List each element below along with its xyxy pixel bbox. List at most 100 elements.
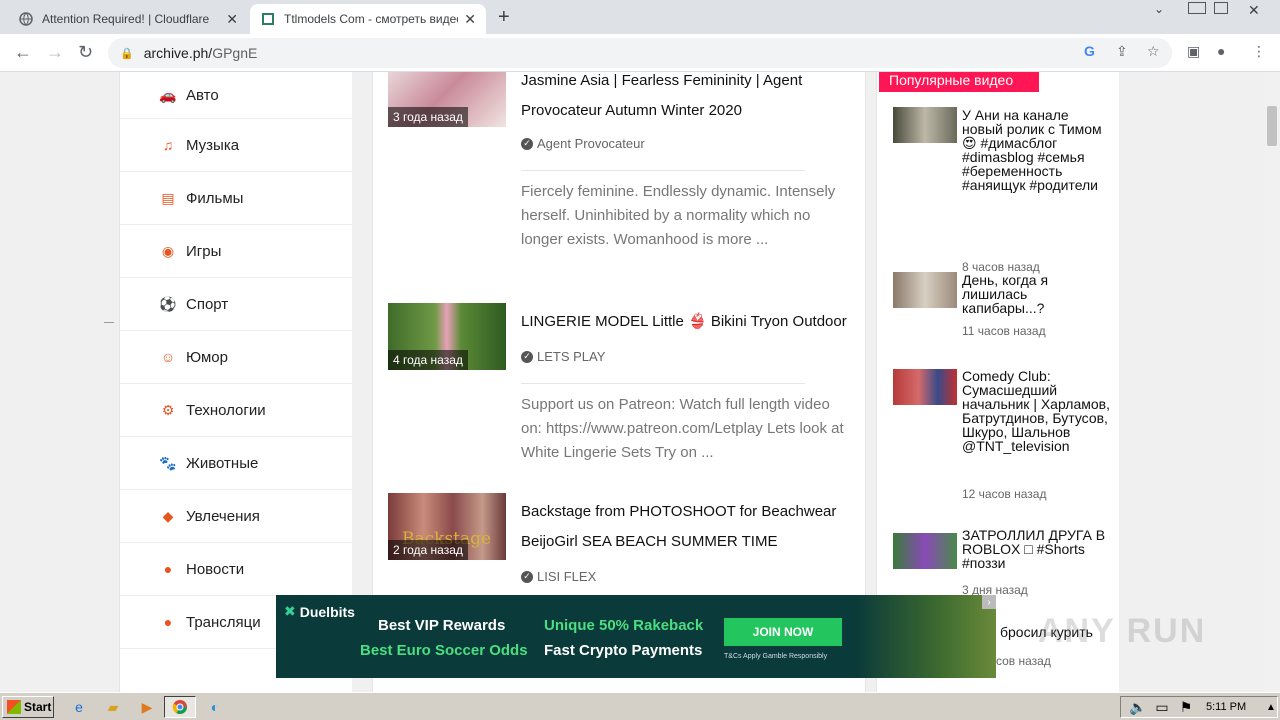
video-age: 3 года назад [388, 107, 468, 127]
tray-expand-icon[interactable]: ▲ [1262, 698, 1280, 716]
back-icon[interactable]: ← [14, 42, 32, 63]
channel-name[interactable]: ✓ LETS PLAY [521, 349, 605, 364]
ad-brand: ✖ Duelbits [284, 603, 355, 620]
sidebar-item-games[interactable]: ◉ Игры [120, 225, 352, 278]
popular-heading: Популярные видео [879, 72, 1039, 92]
ad-banner[interactable]: ✖ Duelbits Best VIP Rewards Best Euro Soc… [276, 595, 996, 678]
address-bar[interactable]: 🔒 archive.ph/GPgnE [108, 38, 1172, 68]
hobby-icon: ◆ [162, 507, 174, 524]
folder-icon[interactable]: ▰ [104, 698, 122, 716]
ad-line: Best Euro Soccer Odds [360, 642, 528, 659]
verified-icon: ✓ [521, 570, 533, 583]
address-path: GPgnE [212, 45, 258, 61]
new-tab-icon[interactable]: + [498, 6, 510, 29]
divider [104, 322, 114, 323]
ad-close-icon[interactable]: › [982, 595, 996, 609]
ie-icon[interactable]: e [70, 698, 88, 716]
sidebar-item-label: Технологии [186, 401, 266, 419]
verified-icon: ✓ [521, 350, 533, 363]
divider [521, 170, 805, 171]
channel-name[interactable]: ✓ LISI FLEX [521, 569, 596, 584]
sidebar-item-tech[interactable]: ⚙ Технологии [120, 384, 352, 437]
sidebar-item-sport[interactable]: ⚽ Спорт [120, 278, 352, 331]
bookmark-star-icon[interactable]: ☆ [1147, 43, 1160, 60]
scrollbar-thumb[interactable] [1267, 106, 1277, 146]
close-window-icon[interactable]: ✕ [1248, 2, 1260, 19]
speaker-icon[interactable]: 🔈 [1129, 698, 1147, 716]
edge-icon[interactable]: ◐ [206, 698, 224, 716]
car-icon: 🚗 [159, 86, 177, 103]
sidebar-item-music[interactable]: ♫ Музыка [120, 119, 352, 172]
tab-title: Attention Required! | Cloudflare [42, 12, 210, 26]
smile-icon: ☺ [160, 349, 176, 365]
channel-name[interactable]: ✓ Agent Provocateur [521, 136, 645, 151]
tab-ttlmodels[interactable]: Ttlmodels Com - смотреть видео он ✕ [250, 4, 486, 34]
profile-icon[interactable]: ● [1217, 43, 1225, 59]
video-title[interactable]: Backstage from PHOTOSHOOT for Beachwear … [521, 497, 851, 557]
sidebar-item-label: Музыка [186, 136, 240, 154]
gears-icon: ⚙ [161, 401, 175, 418]
reload-icon[interactable]: ↻ [78, 42, 93, 63]
popular-thumbnail[interactable] [893, 272, 957, 308]
page-scrollbar[interactable] [1264, 72, 1280, 692]
menu-icon[interactable]: ⋮ [1252, 43, 1266, 60]
gamepad-icon: ◉ [161, 242, 175, 259]
side-panel-icon[interactable]: ▣ [1187, 43, 1200, 60]
popular-peek-age: сов назад [996, 654, 1051, 668]
sidebar-item-label: Игры [186, 242, 222, 260]
sidebar-item-animals[interactable]: 🐾 Животные [120, 437, 352, 490]
video-thumbnail[interactable]: 4 года назад [388, 303, 506, 370]
minimize-icon[interactable] [1188, 2, 1206, 14]
forward-icon[interactable]: → [46, 42, 64, 63]
ad-join-button[interactable]: JOIN NOW [724, 618, 842, 646]
network-icon[interactable]: ▭ [1153, 698, 1171, 716]
popular-thumbnail[interactable] [893, 533, 957, 569]
divider [521, 383, 805, 384]
ad-line: Best VIP Rewards [378, 617, 506, 634]
sidebar-item-label: Увлечения [186, 507, 260, 525]
popular-title[interactable]: ЗАТРОЛЛИЛ ДРУГА В ROBLOX □ #Shorts #позз… [962, 528, 1112, 570]
popular-title[interactable]: У Ани на канале новый ролик с Тимом😍 #ди… [962, 108, 1112, 192]
chrome-icon[interactable] [171, 698, 189, 716]
tab-search-icon[interactable]: ⌄ [1154, 2, 1164, 16]
tab-cloudflare[interactable]: Attention Required! | Cloudflare ✕ [8, 4, 248, 34]
popular-thumbnail[interactable] [893, 369, 957, 405]
ad-disclaimer: T&Cs Apply Gamble Responsibly [724, 653, 828, 660]
restore-icon[interactable] [1214, 2, 1228, 14]
start-label: Start [24, 700, 52, 714]
sidebar-item-humor[interactable]: ☺ Юмор [120, 331, 352, 384]
share-icon[interactable]: ⇪ [1116, 43, 1128, 60]
video-title[interactable]: Jasmine Asia | Fearless Femininity | Age… [521, 72, 851, 126]
start-button[interactable]: Start [2, 696, 54, 718]
browser-toolbar: ← → ↻ 🔒 archive.ph/GPgnE G ⇪ ☆ ▣ ● ⋮ [0, 34, 1280, 72]
sidebar-item-label: Спорт [186, 295, 229, 313]
sidebar-item-hobby[interactable]: ◆ Увлечения [120, 490, 352, 543]
sidebar-item-films[interactable]: ▤ Фильмы [120, 172, 352, 225]
video-age: 4 года назад [388, 350, 468, 370]
media-player-icon[interactable]: ▶ [138, 698, 156, 716]
sidebar-item-label: Трансляци [186, 613, 261, 631]
video-thumbnail[interactable]: 3 года назад [388, 72, 506, 127]
flag-icon[interactable]: ⚑ [1177, 698, 1195, 716]
globe-icon [18, 11, 34, 27]
video-thumbnail[interactable]: Backstage 2 года назад [388, 493, 506, 560]
popular-title[interactable]: Comedy Club: Сумасшедший начальник | Хар… [962, 369, 1112, 453]
music-icon: ♫ [162, 137, 174, 153]
sidebar-item-auto[interactable]: 🚗 Авто [120, 72, 352, 119]
lock-icon: 🔒 [120, 47, 134, 60]
close-tab-icon[interactable]: ✕ [464, 11, 476, 28]
ball-icon: ⚽ [159, 295, 177, 312]
address-host: archive.ph/ [143, 45, 213, 61]
sidebar-item-label: Юмор [186, 348, 228, 366]
google-icon[interactable]: G [1084, 43, 1095, 59]
broadcast-icon: ● [163, 614, 173, 630]
sidebar-item-label: Животные [186, 454, 259, 472]
ad-brand-label: Duelbits [299, 603, 355, 620]
popular-thumbnail[interactable] [893, 107, 957, 143]
sidebar-item-news[interactable]: ● Новости [120, 543, 352, 596]
popular-title[interactable]: День, когда я лишилась капибары...? [962, 273, 1112, 315]
close-tab-icon[interactable]: ✕ [226, 11, 238, 28]
duelbits-logo-icon: ✖ [284, 603, 296, 619]
watermark: ANY RUN [1038, 612, 1207, 650]
video-title[interactable]: LINGERIE MODEL Little 👙 Bikini Tryon Out… [521, 307, 851, 337]
